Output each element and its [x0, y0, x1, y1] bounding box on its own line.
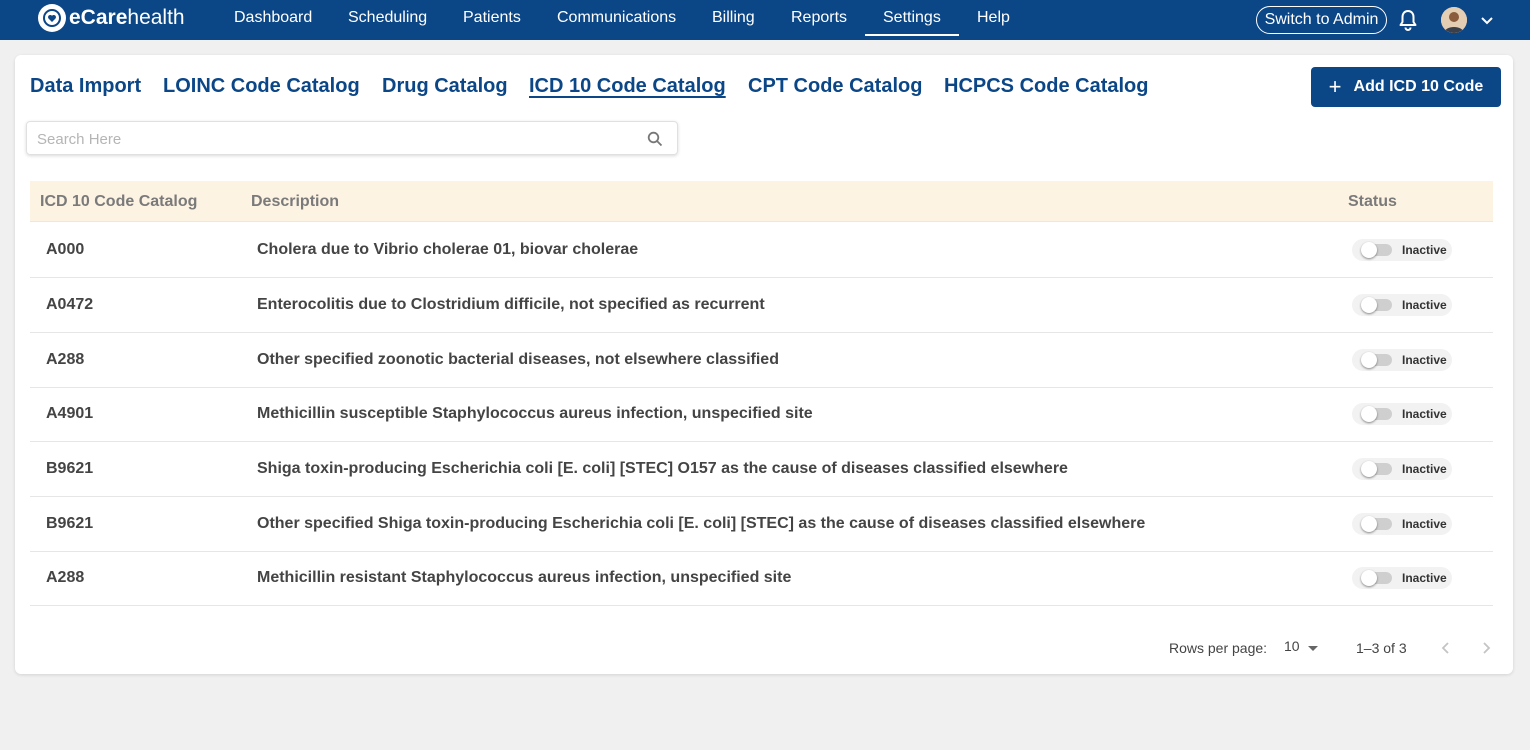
row-code: B9621 — [46, 515, 94, 532]
status-toggle[interactable]: Inactive — [1352, 349, 1452, 371]
nav-patients[interactable]: Patients — [463, 0, 521, 36]
toggle-switch[interactable] — [1361, 461, 1392, 477]
nav-billing[interactable]: Billing — [712, 0, 755, 36]
nav-scheduling[interactable]: Scheduling — [348, 0, 427, 36]
row-code: B9621 — [46, 460, 94, 477]
header-code: ICD 10 Code Catalog — [40, 193, 198, 210]
status-toggle[interactable]: Inactive — [1352, 567, 1452, 589]
rows-per-page-value: 10 — [1284, 638, 1300, 654]
table-header: ICD 10 Code Catalog Description Status — [30, 181, 1493, 222]
row-description: Methicillin resistant Staphylococcus aur… — [257, 569, 792, 586]
row-code: A288 — [46, 569, 85, 586]
tab-hcpcs-code-catalog[interactable]: HCPCS Code Catalog — [944, 75, 1148, 98]
nav-dashboard[interactable]: Dashboard — [234, 0, 312, 36]
table-row[interactable]: B9621 Other specified Shiga toxin-produc… — [30, 497, 1493, 552]
avatar[interactable] — [1441, 7, 1467, 33]
table-row[interactable]: B9621 Shiga toxin-producing Escherichia … — [30, 442, 1493, 497]
catalog-card: Data Import LOINC Code Catalog Drug Cata… — [15, 55, 1513, 674]
toggle-switch[interactable] — [1361, 242, 1392, 258]
row-description: Methicillin susceptible Staphylococcus a… — [257, 405, 813, 422]
chevron-left-icon — [1441, 642, 1449, 654]
switch-to-admin-button[interactable]: Switch to Admin — [1256, 6, 1387, 34]
row-code: A000 — [46, 241, 85, 258]
heart-logo-icon — [38, 4, 66, 32]
tab-icd10-code-catalog[interactable]: ICD 10 Code Catalog — [529, 75, 726, 98]
table-row[interactable]: A000 Cholera due to Vibrio cholerae 01, … — [30, 223, 1493, 278]
toggle-switch[interactable] — [1361, 406, 1392, 422]
row-code: A0472 — [46, 296, 94, 313]
table-row[interactable]: A0472 Enterocolitis due to Clostridium d… — [30, 278, 1493, 333]
search-box — [26, 121, 678, 155]
row-code: A288 — [46, 351, 85, 368]
add-icd10-code-label: Add ICD 10 Code — [1353, 78, 1484, 95]
logo[interactable]: eCare health — [38, 3, 185, 33]
row-description: Shiga toxin-producing Escherichia coli [… — [257, 460, 1068, 477]
table-row[interactable]: A4901 Methicillin susceptible Staphyloco… — [30, 387, 1493, 442]
pagination-range: 1–3 of 3 — [1356, 640, 1407, 656]
caret-down-icon — [1308, 646, 1318, 651]
status-toggle[interactable]: Inactive — [1352, 403, 1452, 425]
brand-name-bold: eCare — [69, 6, 128, 29]
tab-loinc-code-catalog[interactable]: LOINC Code Catalog — [163, 75, 360, 98]
tab-drug-catalog[interactable]: Drug Catalog — [382, 75, 508, 98]
rows-per-page-select[interactable]: 10 — [1284, 638, 1324, 658]
search-input[interactable] — [37, 129, 627, 149]
status-label: Inactive — [1402, 407, 1447, 421]
status-label: Inactive — [1402, 298, 1447, 312]
status-toggle[interactable]: Inactive — [1352, 458, 1452, 480]
chevron-right-icon — [1483, 642, 1491, 654]
row-description: Enterocolitis due to Clostridium diffici… — [257, 296, 765, 313]
nav-reports[interactable]: Reports — [791, 0, 847, 36]
brand-name-regular: health — [127, 6, 185, 29]
header-description: Description — [251, 193, 340, 210]
next-page-button[interactable] — [1477, 639, 1495, 657]
status-label: Inactive — [1402, 462, 1447, 476]
status-label: Inactive — [1402, 571, 1447, 585]
status-label: Inactive — [1402, 517, 1447, 531]
toggle-switch[interactable] — [1361, 516, 1392, 532]
table-row[interactable]: A288 Methicillin resistant Staphylococcu… — [30, 551, 1493, 606]
rows-per-page-label: Rows per page: — [1169, 640, 1268, 656]
nav-help[interactable]: Help — [977, 0, 1010, 36]
search-icon[interactable] — [647, 131, 663, 147]
status-label: Inactive — [1402, 243, 1447, 257]
bell-icon[interactable] — [1398, 9, 1418, 31]
toggle-switch[interactable] — [1361, 297, 1392, 313]
chevron-down-icon[interactable] — [1479, 12, 1495, 28]
row-description: Other specified zoonotic bacterial disea… — [257, 351, 779, 368]
previous-page-button[interactable] — [1437, 639, 1455, 657]
toggle-switch[interactable] — [1361, 570, 1392, 586]
status-label: Inactive — [1402, 353, 1447, 367]
status-toggle[interactable]: Inactive — [1352, 294, 1452, 316]
toggle-switch[interactable] — [1361, 352, 1392, 368]
plus-icon: + — [1328, 74, 1342, 99]
header-status: Status — [1348, 193, 1397, 210]
top-nav-bar: eCare health Dashboard Scheduling Patient… — [0, 0, 1530, 40]
nav-settings[interactable]: Settings — [865, 0, 959, 36]
row-code: A4901 — [46, 405, 94, 422]
status-toggle[interactable]: Inactive — [1352, 513, 1452, 535]
row-description: Cholera due to Vibrio cholerae 01, biova… — [257, 241, 639, 258]
table-row[interactable]: A288 Other specified zoonotic bacterial … — [30, 333, 1493, 388]
tab-cpt-code-catalog[interactable]: CPT Code Catalog — [748, 75, 922, 98]
row-description: Other specified Shiga toxin-producing Es… — [257, 515, 1146, 532]
status-toggle[interactable]: Inactive — [1352, 239, 1452, 261]
add-icd10-code-button[interactable]: + Add ICD 10 Code — [1311, 67, 1501, 107]
nav-communications[interactable]: Communications — [557, 0, 676, 36]
tab-data-import[interactable]: Data Import — [30, 75, 141, 98]
